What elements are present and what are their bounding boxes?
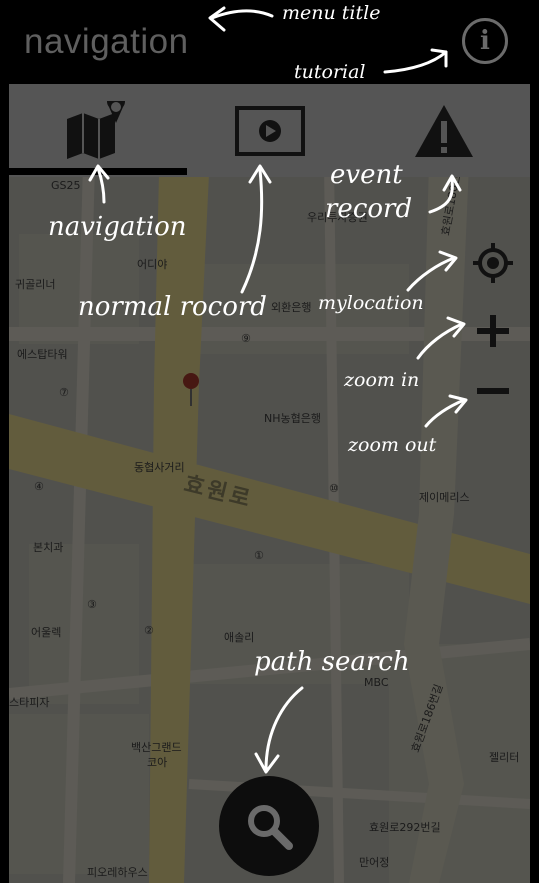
map-screen: GS25 우리투자증권 어디야 외환은행 귀골리너 에스탑타워 NH농협은행 동…	[9, 84, 530, 883]
annotation-path-search: path search	[254, 647, 410, 677]
annotation-navigation: navigation	[48, 212, 187, 242]
annotation-event-record-1: event	[330, 160, 403, 190]
zoom-in-button[interactable]	[468, 306, 518, 356]
overlay-dim	[9, 84, 530, 883]
tab-navigation[interactable]	[9, 84, 183, 177]
tab-bar	[9, 84, 530, 177]
info-icon[interactable]: i	[462, 18, 508, 64]
video-play-icon	[235, 105, 305, 156]
annotation-zoom-out: zoom out	[348, 434, 437, 456]
annotation-zoom-in: zoom in	[344, 369, 420, 391]
annotation-mylocation: mylocation	[318, 292, 424, 314]
path-search-button[interactable]	[219, 776, 319, 876]
annotation-normal-record: normal rocord	[78, 292, 267, 322]
tab-selected-indicator	[9, 168, 187, 175]
zoom-out-button[interactable]	[468, 366, 518, 416]
map-view[interactable]: GS25 우리투자증권 어디야 외환은행 귀골리너 에스탑타워 NH농협은행 동…	[9, 84, 530, 883]
search-icon	[248, 805, 293, 850]
plus-icon	[477, 315, 509, 347]
annotation-menu-title: menu title	[282, 2, 381, 24]
crosshair-icon	[473, 243, 513, 283]
minus-icon	[477, 388, 509, 394]
page-title: navigation	[24, 22, 189, 61]
my-location-button[interactable]	[468, 238, 518, 288]
action-bar: navigation i	[0, 0, 539, 84]
warning-icon	[415, 104, 473, 157]
map-pin-icon	[67, 100, 125, 159]
annotation-event-record-2: record	[325, 194, 413, 224]
annotation-tutorial: tutorial	[294, 61, 366, 83]
